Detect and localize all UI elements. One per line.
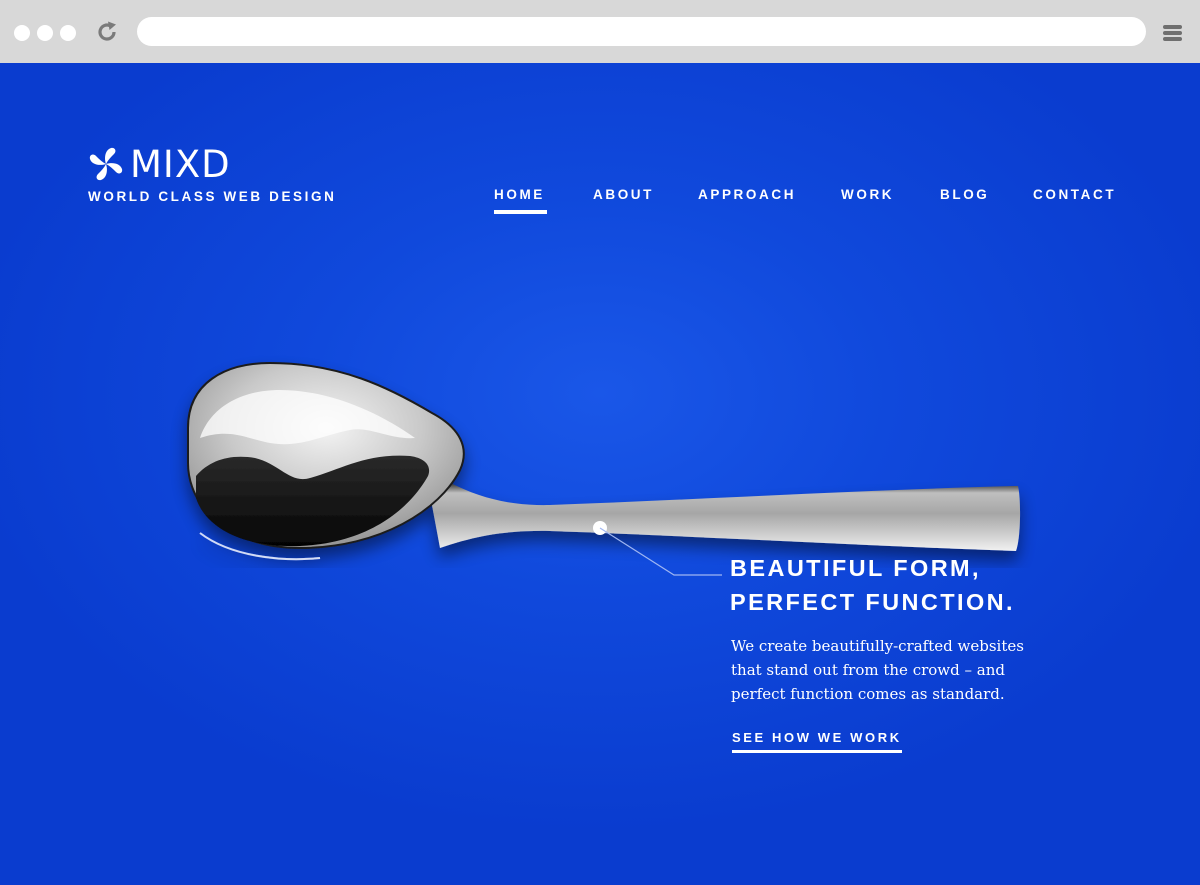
window-minimize-button[interactable] xyxy=(37,25,53,41)
hamburger-menu-icon[interactable] xyxy=(1163,25,1182,41)
hero-headline-line2: PERFECT FUNCTION. xyxy=(730,589,1015,615)
reload-icon[interactable] xyxy=(95,20,119,44)
see-how-we-work-link[interactable]: SEE HOW WE WORK xyxy=(732,730,902,753)
nav-item-approach[interactable]: APPROACH xyxy=(698,187,796,202)
address-bar[interactable] xyxy=(137,17,1146,46)
window-close-button[interactable] xyxy=(14,25,30,41)
nav-item-home[interactable]: HOME xyxy=(494,187,547,214)
main-nav: HOME ABOUT APPROACH WORK BLOG CONTACT xyxy=(0,187,1200,217)
hero-page: MIXD WORLD CLASS WEB DESIGN HOME ABOUT A… xyxy=(0,63,1200,885)
nav-item-work[interactable]: WORK xyxy=(841,187,894,202)
hero-headline-line1: BEAUTIFUL FORM, xyxy=(730,555,981,581)
window-maximize-button[interactable] xyxy=(60,25,76,41)
nav-item-blog[interactable]: BLOG xyxy=(940,187,989,202)
browser-toolbar xyxy=(0,0,1200,63)
pinwheel-logo-icon xyxy=(89,147,123,181)
hero-body-text: We create beautifully-crafted websites t… xyxy=(731,637,1024,703)
nav-item-about[interactable]: ABOUT xyxy=(593,187,654,202)
callout-pointer xyxy=(593,521,722,576)
brand-name: MIXD xyxy=(130,143,231,186)
nav-item-contact[interactable]: CONTACT xyxy=(1033,187,1116,202)
hero-headline: BEAUTIFUL FORM, PERFECT FUNCTION. xyxy=(730,551,1015,619)
